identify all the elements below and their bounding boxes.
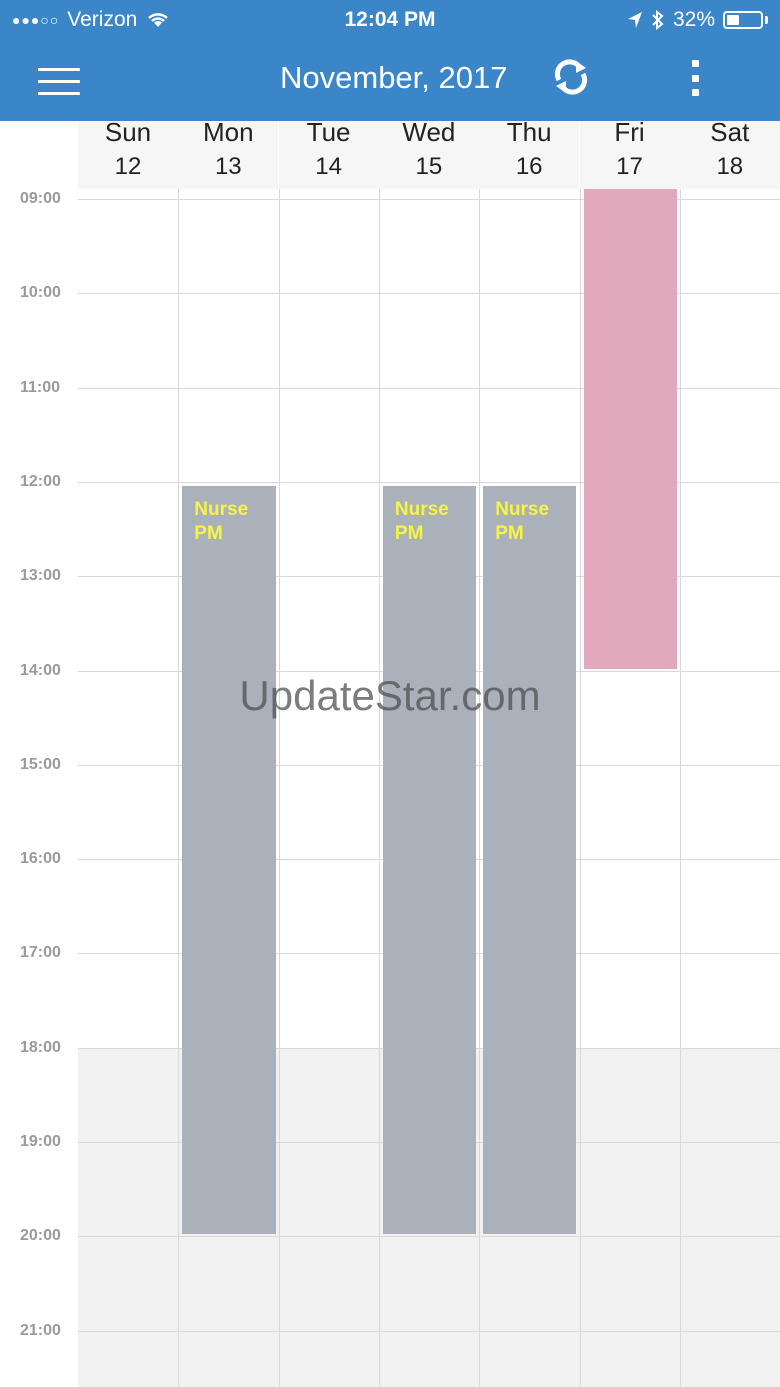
day-number: 18 [716,153,744,180]
hour-gridline [78,1236,780,1238]
day-name: Sat [710,117,750,147]
hour-label: 11:00 [20,378,61,396]
day-number: 12 [114,153,142,180]
hour-label: 19:00 [20,1133,61,1150]
location-arrow-icon [627,12,642,28]
hour-label: 18:00 [20,1038,61,1056]
calendar-event[interactable]: Nurse PM [382,485,477,1235]
hour-label: 12:00 [20,472,61,490]
hour-label: 16:00 [20,850,61,868]
more-vertical-icon[interactable] [690,60,700,96]
app-bar: November, 2017 [0,48,780,112]
day-column-divider [679,189,681,1387]
app-header: ●●●○○ Verizon 12:04 PM 32% November, 201… [0,0,780,121]
day-number: 17 [616,153,643,180]
hour-label: 17:00 [20,944,61,962]
hour-gridline [78,1330,780,1332]
calendar-event[interactable] [583,189,677,669]
day-name: Mon [203,117,254,147]
day-header-tue[interactable]: Tue 14 [278,117,379,189]
hour-label: 10:00 [20,284,61,302]
hour-label: 21:00 [20,1321,61,1339]
event-title: Nurse PM [495,498,550,544]
event-title: Nurse PM [194,498,249,544]
battery-percent: 32% [672,8,715,31]
day-name: Fri [614,117,645,147]
month-title[interactable]: November, 2017 [280,60,507,96]
day-header-sat[interactable]: Sat 18 [679,117,780,189]
battery-fill [727,15,739,25]
status-bar: ●●●○○ Verizon 12:04 PM 32% [0,0,780,40]
day-number: 14 [315,153,342,180]
day-name: Wed [402,117,456,147]
time-column-header [0,121,78,189]
watermark-text: UpdateStar.com [239,672,541,719]
sync-icon[interactable] [550,56,592,98]
hour-label: 13:00 [20,567,61,585]
hamburger-menu-icon[interactable] [38,68,80,95]
day-name: Thu [506,117,552,147]
day-header-wed[interactable]: Wed 15 [378,117,479,189]
day-header-sun[interactable]: Sun 12 [78,117,178,189]
day-header-fri[interactable]: Fri 17 [579,117,680,189]
day-column-divider [178,189,180,1387]
bluetooth-icon [652,10,664,30]
day-header-mon[interactable]: Mon 13 [178,117,279,189]
hour-label: 15:00 [20,755,61,773]
day-number: 16 [515,153,543,180]
calendar-event[interactable]: Nurse PM [483,485,577,1235]
day-number: 13 [214,153,242,180]
day-name: Tue [306,117,351,147]
day-column-divider [479,189,481,1387]
battery-tip [765,16,768,24]
calendar-event[interactable]: Nurse PM [182,485,276,1235]
battery-icon [723,11,763,29]
event-title: Nurse PM [394,498,449,544]
day-column-divider [579,189,581,1387]
day-number: 15 [415,153,443,180]
day-column-divider [378,189,380,1387]
calendar-grid[interactable]: 09:00 10:00 11:00 12:00 13:00 14:00 15:00 16:00… [0,189,780,1387]
day-column-divider [278,189,280,1387]
day-name: Sun [104,117,152,147]
hour-label: 20:00 [20,1227,61,1245]
hour-label: 09:00 [20,190,61,207]
status-right: 32% [627,8,768,32]
day-header-thu[interactable]: Thu 16 [479,117,580,189]
